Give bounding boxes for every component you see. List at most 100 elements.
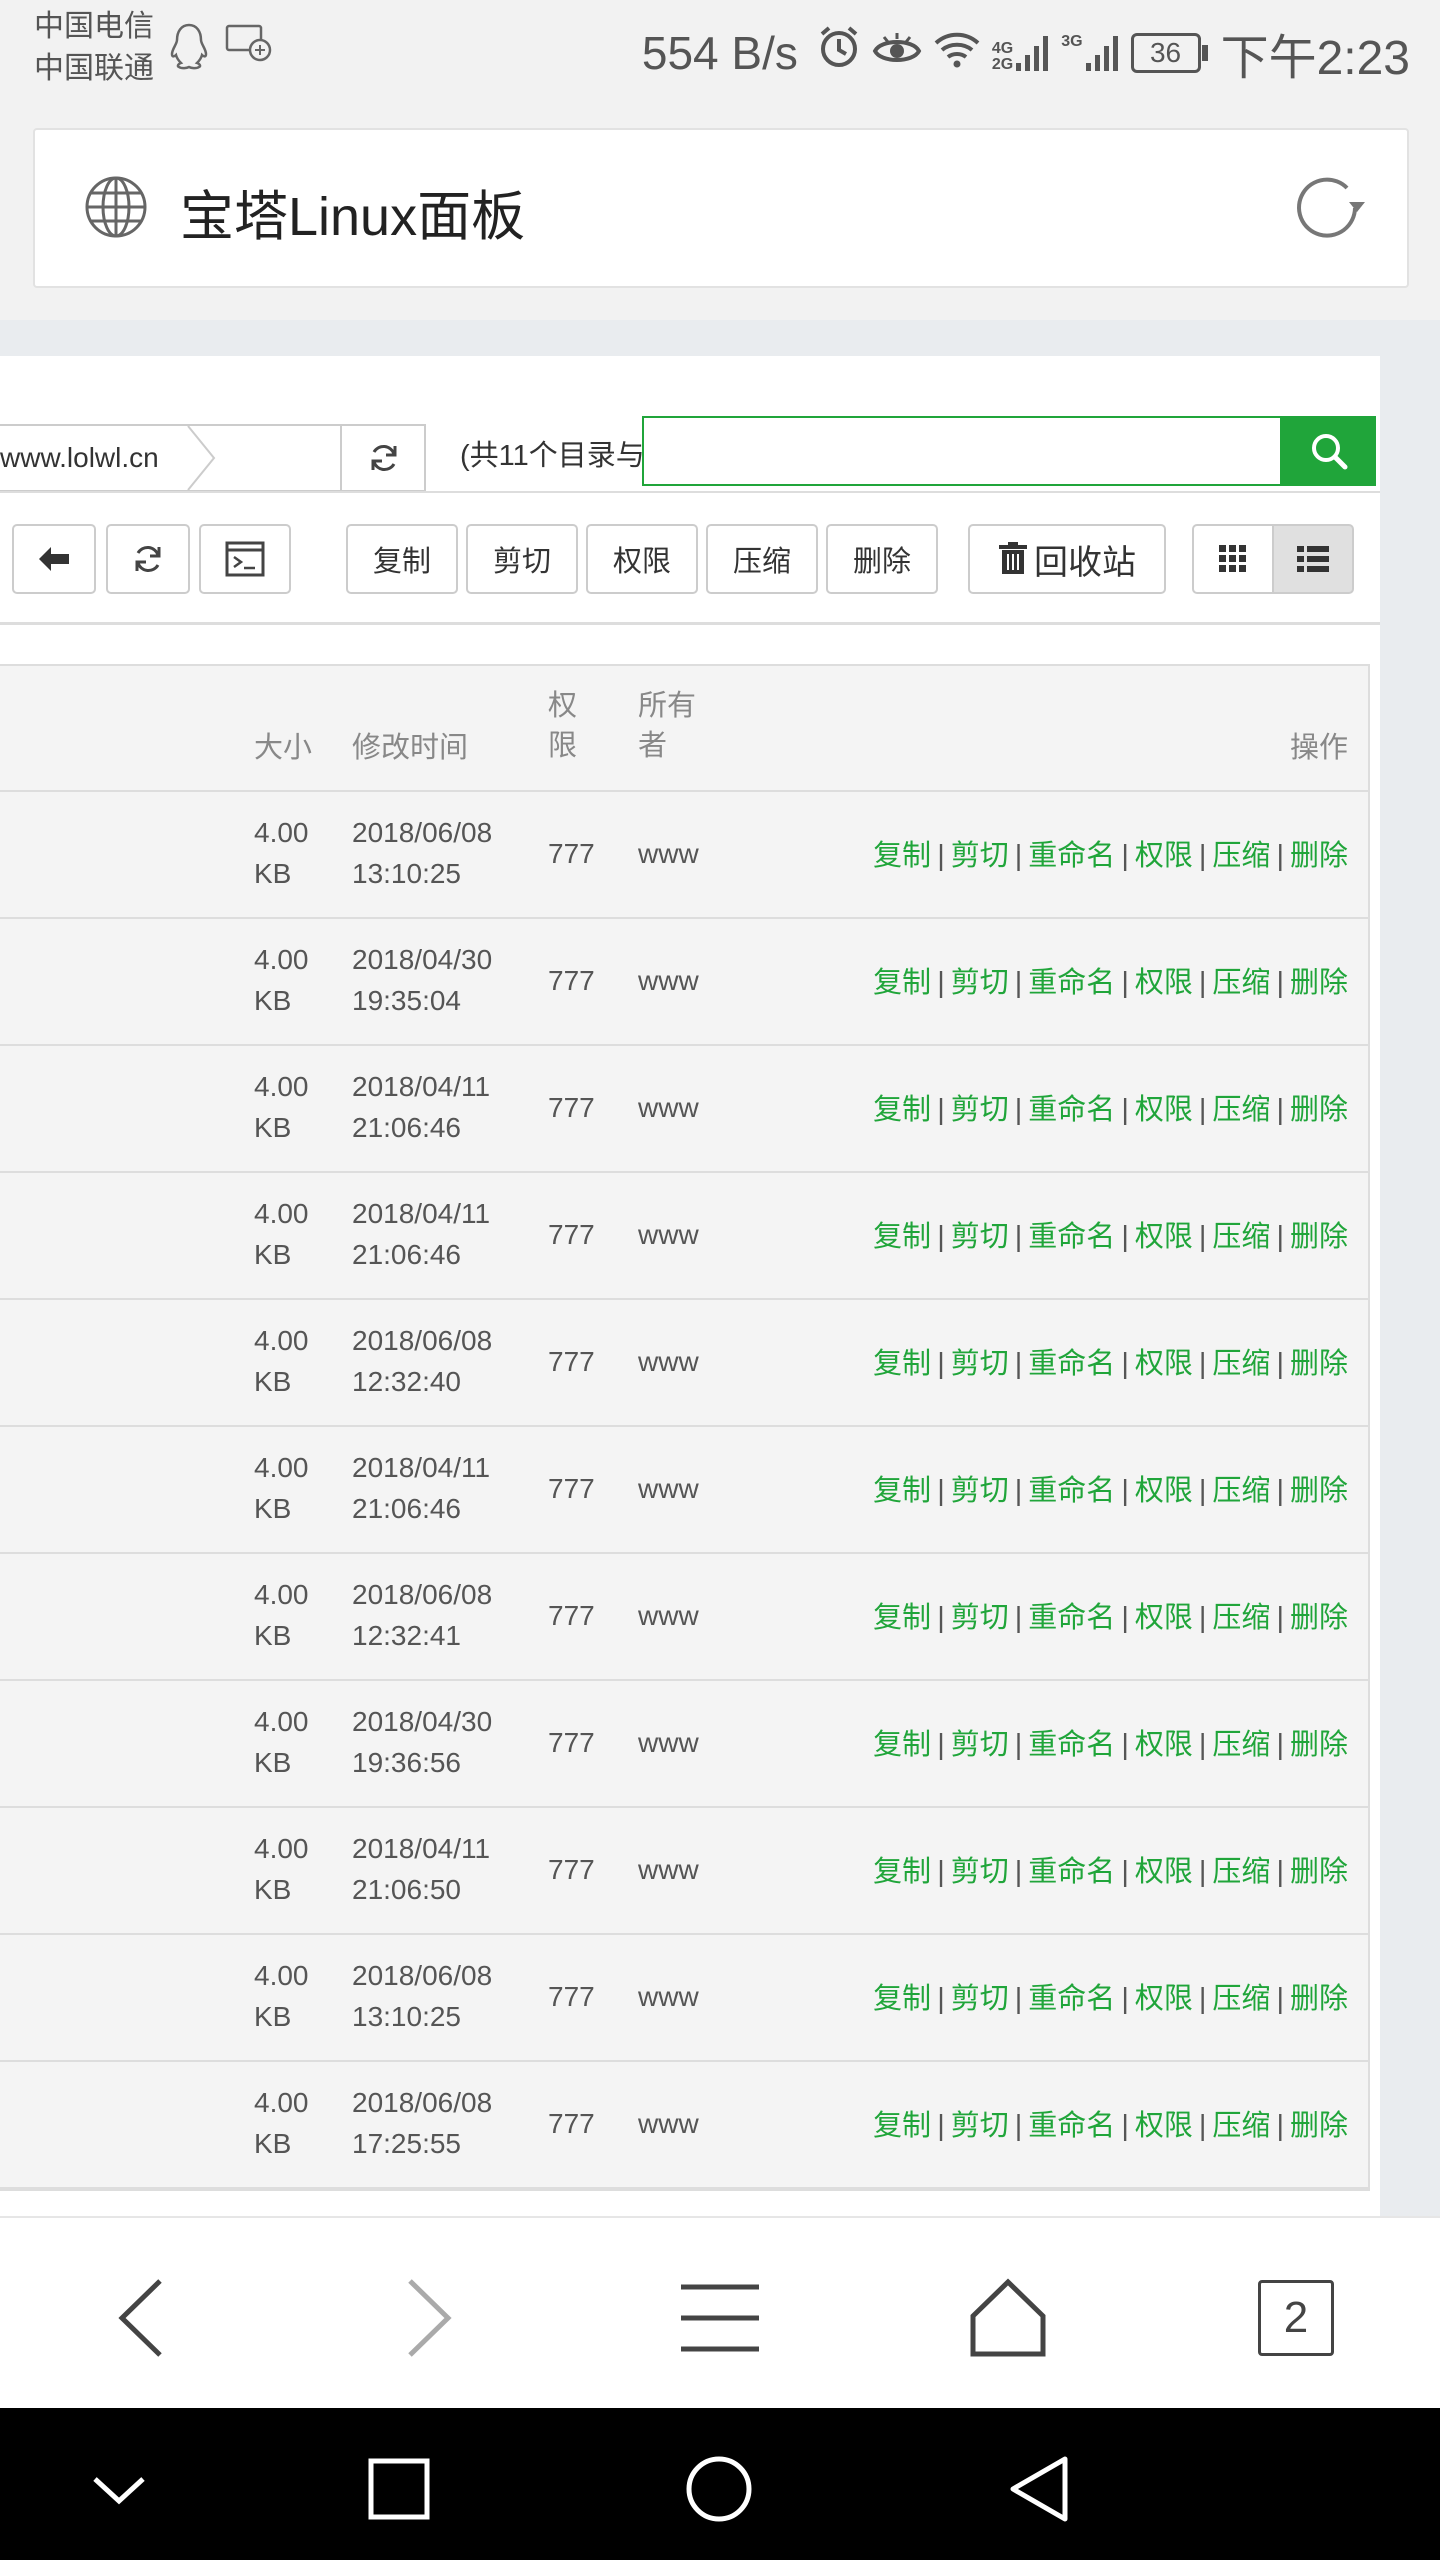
op-perm-link[interactable]: 权限 [1135, 1348, 1193, 1380]
op-delete-link[interactable]: 删除 [1290, 840, 1348, 872]
path-breadcrumb[interactable]: www.lolwl.cn [0, 424, 426, 492]
op-cut-link[interactable]: 剪切 [951, 1475, 1009, 1507]
op-copy-link[interactable]: 复制 [873, 1856, 931, 1888]
op-perm-link[interactable]: 权限 [1135, 1221, 1193, 1253]
op-delete-link[interactable]: 删除 [1290, 1983, 1348, 2015]
system-collapse-button[interactable] [74, 2444, 164, 2534]
op-cut-link[interactable]: 剪切 [951, 1983, 1009, 2015]
op-perm-link[interactable]: 权限 [1135, 1729, 1193, 1761]
op-copy-link[interactable]: 复制 [873, 1475, 931, 1507]
op-copy-link[interactable]: 复制 [873, 967, 931, 999]
header-modified[interactable]: 修改时间 [352, 728, 468, 768]
op-delete-link[interactable]: 删除 [1290, 1856, 1348, 1888]
op-rename-link[interactable]: 重命名 [1028, 1348, 1115, 1380]
permission-value[interactable]: 777 [548, 1214, 595, 1255]
op-cut-link[interactable]: 剪切 [951, 840, 1009, 872]
recycle-bin-button[interactable]: 回收站 [968, 524, 1166, 594]
permission-value[interactable]: 777 [548, 1341, 595, 1382]
op-copy-link[interactable]: 复制 [873, 1094, 931, 1126]
op-cut-link[interactable]: 剪切 [951, 1221, 1009, 1253]
permission-value[interactable]: 777 [548, 960, 595, 1001]
op-rename-link[interactable]: 重命名 [1028, 2110, 1115, 2142]
permission-value[interactable]: 777 [548, 1468, 595, 1509]
op-perm-link[interactable]: 权限 [1135, 1983, 1193, 2015]
op-rename-link[interactable]: 重命名 [1028, 1729, 1115, 1761]
permission-value[interactable]: 777 [548, 1976, 595, 2017]
op-compress-link[interactable]: 压缩 [1212, 1348, 1270, 1380]
op-copy-link[interactable]: 复制 [873, 840, 931, 872]
op-perm-link[interactable]: 权限 [1135, 1602, 1193, 1634]
system-recents-button[interactable] [354, 2444, 444, 2534]
op-compress-link[interactable]: 压缩 [1212, 1856, 1270, 1888]
op-compress-link[interactable]: 压缩 [1212, 840, 1270, 872]
permission-button[interactable]: 权限 [586, 524, 698, 594]
op-copy-link[interactable]: 复制 [873, 1348, 931, 1380]
compress-button[interactable]: 压缩 [706, 524, 818, 594]
permission-value[interactable]: 777 [548, 2103, 595, 2144]
op-rename-link[interactable]: 重命名 [1028, 967, 1115, 999]
op-delete-link[interactable]: 删除 [1290, 1094, 1348, 1126]
back-button[interactable] [12, 524, 96, 594]
path-refresh-button[interactable] [340, 426, 426, 490]
op-copy-link[interactable]: 复制 [873, 2110, 931, 2142]
op-perm-link[interactable]: 权限 [1135, 1475, 1193, 1507]
permission-value[interactable]: 777 [548, 833, 595, 874]
system-home-button[interactable] [674, 2444, 764, 2534]
op-delete-link[interactable]: 删除 [1290, 1602, 1348, 1634]
op-delete-link[interactable]: 删除 [1290, 1348, 1348, 1380]
op-copy-link[interactable]: 复制 [873, 1983, 931, 2015]
op-cut-link[interactable]: 剪切 [951, 1094, 1009, 1126]
permission-value[interactable]: 777 [548, 1849, 595, 1890]
nav-back-button[interactable] [90, 2268, 190, 2368]
op-cut-link[interactable]: 剪切 [951, 2110, 1009, 2142]
op-perm-link[interactable]: 权限 [1135, 1856, 1193, 1888]
refresh-button[interactable] [106, 524, 190, 594]
op-rename-link[interactable]: 重命名 [1028, 1856, 1115, 1888]
op-rename-link[interactable]: 重命名 [1028, 1983, 1115, 2015]
copy-button[interactable]: 复制 [346, 524, 458, 594]
op-compress-link[interactable]: 压缩 [1212, 1729, 1270, 1761]
permission-value[interactable]: 777 [548, 1087, 595, 1128]
op-compress-link[interactable]: 压缩 [1212, 1475, 1270, 1507]
op-rename-link[interactable]: 重命名 [1028, 840, 1115, 872]
op-perm-link[interactable]: 权限 [1135, 1094, 1193, 1126]
op-rename-link[interactable]: 重命名 [1028, 1094, 1115, 1126]
op-rename-link[interactable]: 重命名 [1028, 1602, 1115, 1634]
grid-view-button[interactable] [1192, 524, 1274, 594]
op-compress-link[interactable]: 压缩 [1212, 1602, 1270, 1634]
permission-value[interactable]: 777 [548, 1595, 595, 1636]
home-button[interactable] [958, 2268, 1058, 2368]
search-button[interactable] [1282, 416, 1376, 486]
address-bar[interactable]: 宝塔Linux面板 [33, 128, 1409, 288]
op-rename-link[interactable]: 重命名 [1028, 1475, 1115, 1507]
op-delete-link[interactable]: 删除 [1290, 2110, 1348, 2142]
header-size[interactable]: 大小 [254, 728, 312, 768]
op-rename-link[interactable]: 重命名 [1028, 1221, 1115, 1253]
op-copy-link[interactable]: 复制 [873, 1221, 931, 1253]
permission-value[interactable]: 777 [548, 1722, 595, 1763]
op-perm-link[interactable]: 权限 [1135, 2110, 1193, 2142]
op-compress-link[interactable]: 压缩 [1212, 967, 1270, 999]
op-perm-link[interactable]: 权限 [1135, 840, 1193, 872]
menu-button[interactable] [670, 2268, 770, 2368]
reload-icon[interactable] [1295, 172, 1371, 249]
op-copy-link[interactable]: 复制 [873, 1729, 931, 1761]
system-back-button[interactable] [994, 2444, 1084, 2534]
op-cut-link[interactable]: 剪切 [951, 967, 1009, 999]
op-cut-link[interactable]: 剪切 [951, 1348, 1009, 1380]
op-cut-link[interactable]: 剪切 [951, 1856, 1009, 1888]
cut-button[interactable]: 剪切 [466, 524, 578, 594]
op-cut-link[interactable]: 剪切 [951, 1602, 1009, 1634]
nav-forward-button[interactable] [380, 2268, 480, 2368]
tabs-button[interactable]: 2 [1246, 2268, 1346, 2368]
op-delete-link[interactable]: 删除 [1290, 1475, 1348, 1507]
breadcrumb-item[interactable]: www.lolwl.cn [0, 426, 159, 490]
op-delete-link[interactable]: 删除 [1290, 967, 1348, 999]
op-perm-link[interactable]: 权限 [1135, 967, 1193, 999]
op-compress-link[interactable]: 压缩 [1212, 1983, 1270, 2015]
op-delete-link[interactable]: 删除 [1290, 1729, 1348, 1761]
header-permission[interactable]: 权 限 [548, 686, 577, 766]
op-delete-link[interactable]: 删除 [1290, 1221, 1348, 1253]
op-compress-link[interactable]: 压缩 [1212, 1221, 1270, 1253]
op-copy-link[interactable]: 复制 [873, 1602, 931, 1634]
